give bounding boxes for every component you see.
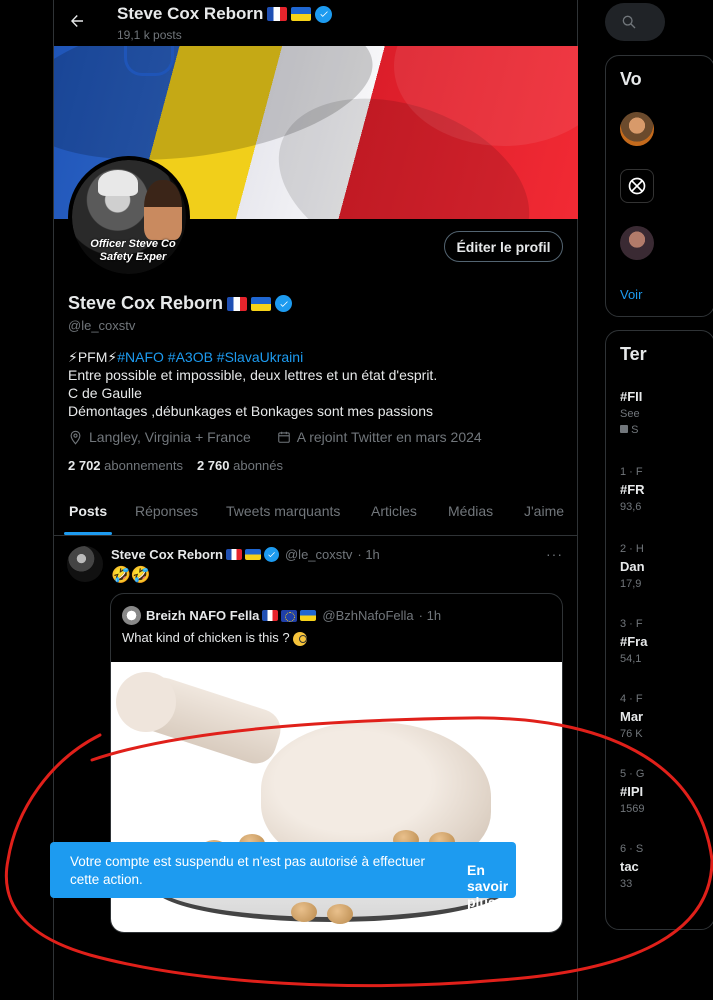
active-tab-indicator <box>64 532 112 535</box>
suggested-avatar-3[interactable] <box>620 226 654 260</box>
profile-bio: ⚡PFM⚡#NAFO #A3OB #SlavaUkraini Entre pos… <box>68 348 548 420</box>
ukraine-flag-icon <box>244 549 261 560</box>
tweet-avatar[interactable] <box>67 546 103 582</box>
profile-meta: Langley, Virginia + France A rejoint Twi… <box>68 429 482 445</box>
profile-handle: @le_coxstv <box>68 318 136 333</box>
tweet[interactable]: Steve Cox Reborn @le_coxstv · 1h ··· 🤣🤣 … <box>54 537 578 1000</box>
profile-name: Steve Cox Reborn <box>68 293 293 314</box>
trends-card: Ter #FII See S 1 · F #FR 93,6 2 · H Dan 17,9… <box>605 330 713 930</box>
ukraine-flag-icon <box>291 7 312 21</box>
follow-stats: 2 702 abonnements 2 760 abonnés <box>68 458 283 473</box>
france-flag-icon <box>225 549 242 560</box>
page-title-text: Steve Cox Reborn <box>117 4 264 23</box>
who-to-follow-card: Vo Voir <box>605 55 713 317</box>
learn-more-link[interactable]: En savoir plus <box>467 862 516 910</box>
france-flag-icon <box>267 7 288 21</box>
profile-joined: A rejoint Twitter en mars 2024 <box>296 429 482 445</box>
trend-item[interactable]: 2 · H Dan 17,9 <box>620 543 645 590</box>
monocle-emoji-icon <box>292 631 307 646</box>
back-button[interactable] <box>64 8 90 34</box>
trends-title: Ter <box>620 344 647 364</box>
suspension-toast: Votre compte est suspendu et n'est pas a… <box>50 842 516 910</box>
coat-of-arms-icon <box>124 46 174 76</box>
ukraine-flag-icon <box>251 296 272 311</box>
right-sidebar: Vo Voir Ter #FII See S 1 · F #FR 93,6 2 · … <box>598 0 713 1000</box>
verified-badge-icon <box>315 5 333 23</box>
following-link[interactable]: 2 702 abonnements <box>68 458 183 473</box>
avatar-caption-line1: Officer Steve Co <box>90 238 176 250</box>
eu-flag-icon <box>281 609 298 622</box>
tweet-author-handle[interactable]: @le_coxstv <box>285 547 352 562</box>
bio-prefix: ⚡PFM⚡ <box>68 349 118 365</box>
trend-item[interactable]: 4 · F Mar 76 K <box>620 693 643 740</box>
tweet-more-button[interactable]: ··· <box>546 546 563 562</box>
trend-item[interactable]: 1 · F #FR 93,6 <box>620 466 645 513</box>
search-input[interactable] <box>605 3 665 41</box>
bio-hashtags[interactable]: #NAFO #A3OB #SlavaUkraini <box>117 349 303 365</box>
bio-line-4: Démontages ,débunkages et Bonkages sont … <box>68 403 434 419</box>
tweet-time[interactable]: · 1h <box>357 547 379 562</box>
verified-badge-icon <box>263 547 279 562</box>
profile-location: Langley, Virginia + France <box>89 429 251 445</box>
suggested-avatar-2[interactable] <box>620 169 654 203</box>
edit-profile-button[interactable]: Éditer le profil <box>444 231 563 262</box>
page-title: Steve Cox Reborn <box>117 4 333 24</box>
quoted-text-line: What kind of chicken is this ? <box>122 630 307 646</box>
quoted-author-handle: @BzhNafoFella <box>322 608 414 623</box>
toast-message: Votre compte est suspendu et n'est pas a… <box>70 854 426 887</box>
quoted-header: Breizh NAFO Fella @BzhNafoFella · 1h <box>146 608 441 623</box>
avatar-caption: Officer Steve Co Safety Exper <box>78 238 186 264</box>
quoted-author-name: Breizh NAFO Fella <box>146 608 260 623</box>
tab-likes[interactable]: J'aime <box>524 503 564 519</box>
quoted-time: · 1h <box>418 608 442 623</box>
quoted-avatar[interactable] <box>122 606 141 625</box>
calendar-icon <box>277 431 290 443</box>
ukraine-flag-icon <box>300 610 317 621</box>
tab-highlights[interactable]: Tweets marquants <box>226 503 340 519</box>
profile-name-text: Steve Cox Reborn <box>68 293 224 313</box>
tab-posts[interactable]: Posts <box>69 503 107 519</box>
bio-line-2: Entre possible et impossible, deux lettr… <box>68 367 438 383</box>
promoted-icon <box>620 425 628 433</box>
trend-item[interactable]: 6 · Stac 33 <box>620 843 643 890</box>
tab-replies[interactable]: Réponses <box>135 503 198 519</box>
tab-articles[interactable]: Articles <box>371 503 417 519</box>
profile-header: Steve Cox Reborn 19,1 k posts <box>54 0 578 46</box>
profile-avatar[interactable]: Officer Steve Co Safety Exper <box>68 156 190 278</box>
followers-link[interactable]: 2 760 abonnés <box>197 458 283 473</box>
profile-tabs: Posts Réponses Tweets marquants Articles… <box>54 488 578 536</box>
trend-item[interactable]: 5 · G #IPI 1569 <box>620 768 644 815</box>
show-more-link[interactable]: Voir <box>620 287 642 302</box>
location-pin-icon <box>70 430 81 445</box>
france-flag-icon <box>262 610 279 621</box>
xbox-logo-icon <box>628 177 646 195</box>
tweet-author-name[interactable]: Steve Cox Reborn <box>111 547 223 562</box>
trend-item[interactable]: #FII See S <box>620 389 642 436</box>
bio-line-3: C de Gaulle <box>68 385 142 401</box>
tweet-header: Steve Cox Reborn @le_coxstv · 1h <box>111 547 380 562</box>
verified-badge-icon <box>275 295 293 312</box>
search-icon <box>622 15 636 29</box>
suggested-avatar-1[interactable] <box>620 112 654 146</box>
tab-media[interactable]: Médias <box>448 503 493 519</box>
trend-item[interactable]: 3 · F #Fra 54,1 <box>620 618 647 665</box>
posts-count: 19,1 k posts <box>117 28 182 42</box>
tweet-text: 🤣🤣 <box>111 567 151 584</box>
quoted-text: What kind of chicken is this ? <box>122 630 290 645</box>
france-flag-icon <box>227 296 248 311</box>
avatar-caption-line2: Safety Exper <box>99 251 167 263</box>
who-to-follow-title: Vo <box>620 69 642 89</box>
arrow-left-icon <box>71 15 83 27</box>
